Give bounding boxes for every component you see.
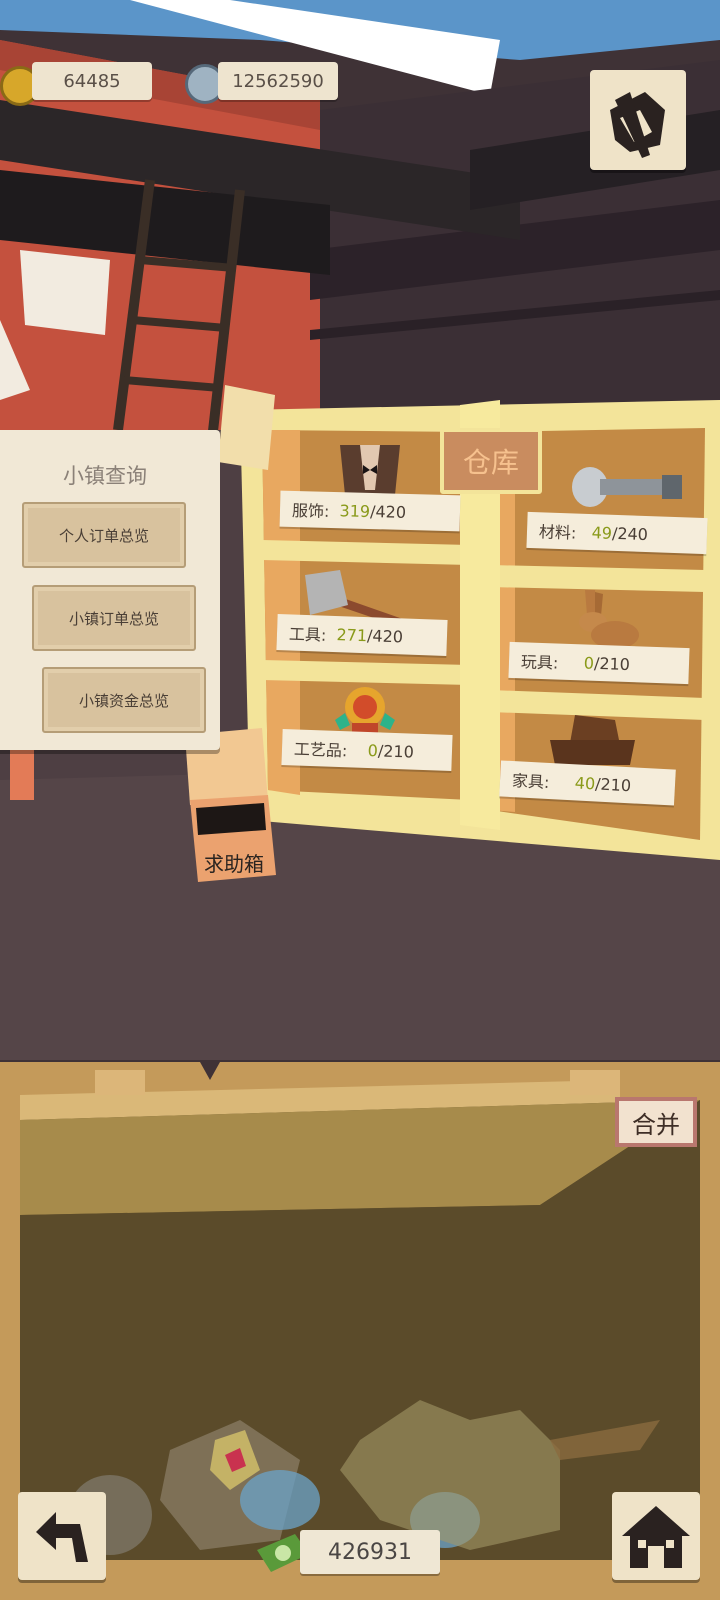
money-counter: 426931 [300, 1530, 440, 1574]
bolt-icon [572, 467, 682, 507]
back-button[interactable] [18, 1492, 106, 1580]
shelf-toys-label: 玩具: [520, 652, 559, 673]
shelf-clothing-label: 服饰: [291, 500, 330, 521]
back-arrow-icon [36, 1512, 88, 1562]
shelf-tools-capacity: /420 [366, 625, 404, 646]
gold-counter: 64485 [32, 62, 152, 100]
rabbit-icon [579, 590, 639, 649]
shelf-tools[interactable]: 工具: 271 /420 [276, 614, 448, 656]
merge-button[interactable]: 合并 [615, 1097, 697, 1147]
shelf-toys-capacity: /210 [593, 653, 631, 674]
shelf-crafts[interactable]: 工艺品: 0 /210 [281, 729, 453, 771]
shelf-materials-capacity: /240 [611, 523, 649, 544]
tuxedo-icon [340, 445, 400, 495]
shelf-tools-label: 工具: [288, 624, 327, 645]
mail-button[interactable] [590, 70, 686, 170]
shelf-furniture-label: 家具: [511, 771, 550, 792]
shelf-toys-count: 0 [583, 652, 595, 673]
help-box-label[interactable]: 求助箱 [204, 848, 264, 877]
town-funds-button[interactable]: 小镇资金总览 [42, 667, 206, 733]
chair-icon [550, 715, 635, 765]
money-value: 426931 [328, 1539, 412, 1565]
gold-value: 64485 [63, 70, 121, 92]
town-query-board: 小镇查询 个人订单总览 小镇订单总览 小镇资金总览 [0, 430, 220, 750]
shelf-materials-label: 材料: [538, 522, 577, 543]
silver-counter: 12562590 [218, 62, 338, 100]
home-icon [622, 1506, 690, 1568]
shelf-materials[interactable]: 材料: 49 /240 [526, 511, 708, 555]
home-button[interactable] [612, 1492, 700, 1580]
shelf-tools-count: 271 [336, 624, 368, 645]
silver-value: 12562590 [232, 70, 324, 92]
town-orders-label: 小镇订单总览 [68, 609, 159, 628]
shelf-crafts-label: 工艺品: [293, 739, 348, 761]
town-funds-label: 小镇资金总览 [78, 691, 169, 710]
merge-label: 合并 [632, 1110, 680, 1139]
warehouse-sign: 仓库 [440, 428, 542, 494]
warehouse-sign-label: 仓库 [462, 446, 519, 479]
shelf-furniture-count: 40 [574, 772, 596, 793]
shelf-materials-count: 49 [591, 522, 613, 543]
board-title: 小镇查询 [63, 464, 147, 488]
shelf-clothing-count: 319 [339, 500, 371, 521]
shelf-toys[interactable]: 玩具: 0 /210 [508, 641, 690, 685]
shelf-clothing[interactable]: 服饰: 319 /420 [279, 490, 461, 532]
town-orders-button[interactable]: 小镇订单总览 [32, 585, 196, 651]
shelf-crafts-capacity: /210 [377, 740, 415, 762]
personal-orders-button[interactable]: 个人订单总览 [22, 502, 186, 568]
personal-orders-label: 个人订单总览 [58, 526, 149, 545]
shelf-crafts-count: 0 [367, 740, 379, 760]
quill-letter-icon [610, 92, 665, 158]
shelf-clothing-capacity: /420 [369, 501, 407, 522]
shelf-furniture-capacity: /210 [594, 773, 632, 795]
